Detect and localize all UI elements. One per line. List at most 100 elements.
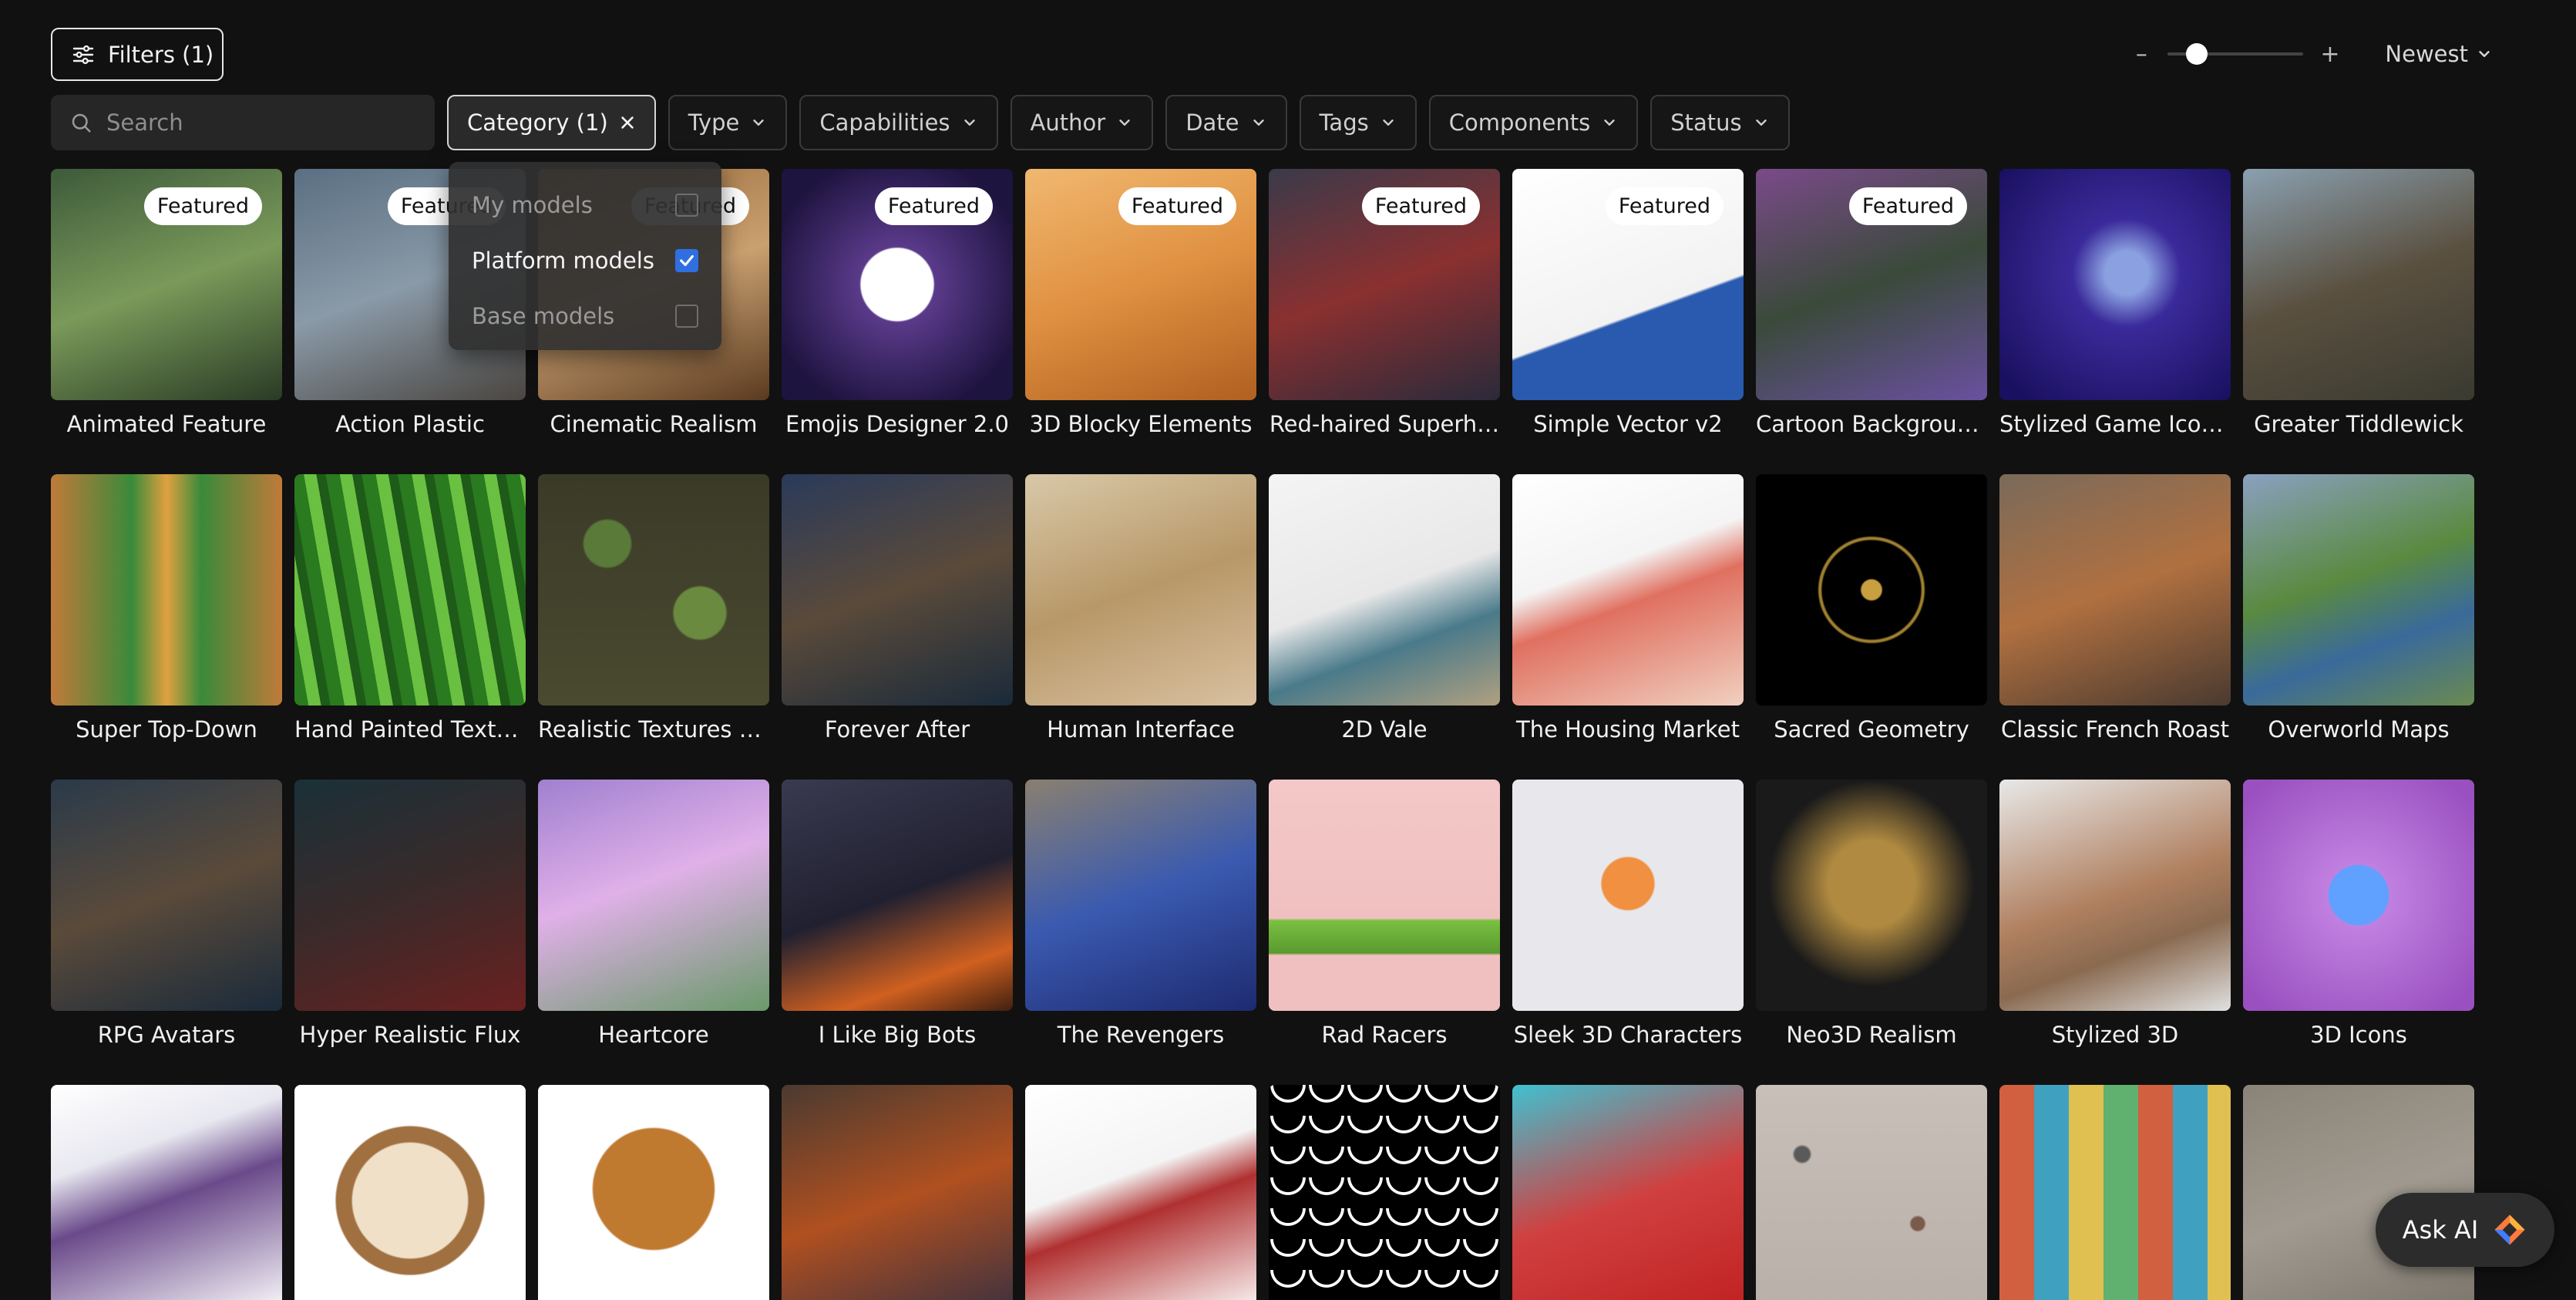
model-thumbnail — [1512, 780, 1744, 1011]
model-card[interactable] — [294, 1085, 526, 1300]
sort-select[interactable]: Newest — [2385, 41, 2493, 67]
model-thumbnail — [538, 1085, 769, 1300]
model-card[interactable]: The Revengers — [1025, 780, 1256, 1048]
search-box[interactable] — [51, 95, 435, 150]
model-card[interactable]: Greater Tiddlewick — [2243, 169, 2474, 437]
model-name: Super Top-Down — [76, 716, 257, 743]
model-name: Hyper Realistic Flux — [299, 1022, 521, 1048]
checkbox[interactable] — [675, 249, 698, 272]
author-filter-chip[interactable]: Author — [1010, 95, 1154, 150]
model-thumbnail — [782, 474, 1013, 706]
model-thumbnail — [1269, 474, 1500, 706]
model-thumbnail — [1025, 780, 1256, 1011]
type-filter-chip[interactable]: Type — [668, 95, 788, 150]
model-card[interactable]: RPG Avatars — [51, 780, 282, 1048]
model-card[interactable]: Featured Red-haired Superh… — [1269, 169, 1500, 437]
category-option[interactable]: Platform models — [449, 233, 721, 288]
featured-badge: Featured — [1118, 187, 1236, 225]
chevron-down-icon — [1253, 120, 1264, 126]
model-card[interactable]: 2D Vale — [1269, 474, 1500, 743]
category-option[interactable]: Base models — [449, 288, 721, 344]
model-thumbnail — [1025, 474, 1256, 706]
model-card[interactable]: Featured Cartoon Backgroun… — [1756, 169, 1987, 437]
model-card[interactable]: Overworld Maps — [2243, 474, 2474, 743]
model-name: Simple Vector v2 — [1533, 411, 1723, 437]
model-card[interactable]: Sacred Geometry — [1756, 474, 1987, 743]
model-card[interactable] — [1512, 1085, 1744, 1300]
model-thumbnail — [1269, 780, 1500, 1011]
model-card[interactable]: Human Interface — [1025, 474, 1256, 743]
model-thumbnail — [2243, 169, 2474, 400]
ask-ai-button[interactable]: Ask AI — [2376, 1193, 2554, 1267]
status-filter-chip[interactable]: Status — [1650, 95, 1790, 150]
category-option-label: Platform models — [472, 248, 654, 274]
chevron-down-icon — [753, 120, 765, 126]
model-card[interactable] — [1756, 1085, 1987, 1300]
zoom-slider-thumb[interactable] — [2186, 43, 2208, 65]
featured-badge: Featured — [1848, 187, 1967, 225]
model-card[interactable]: Stylized Game Icon… — [1999, 169, 2231, 437]
category-option-label: Base models — [472, 303, 615, 329]
model-card[interactable]: Hand Painted Textu… — [294, 474, 526, 743]
model-thumbnail — [782, 780, 1013, 1011]
model-thumbnail — [1756, 474, 1987, 706]
model-card[interactable]: Neo3D Realism — [1756, 780, 1987, 1048]
close-icon[interactable] — [619, 114, 636, 131]
filter-bar: Category (1) Type Capabilities Author Da… — [51, 95, 1790, 150]
checkbox[interactable] — [675, 305, 698, 328]
category-option-label: My models — [472, 192, 593, 218]
model-card[interactable]: The Housing Market — [1512, 474, 1744, 743]
model-card[interactable]: Super Top-Down — [51, 474, 282, 743]
model-thumbnail — [51, 1085, 282, 1300]
model-card[interactable]: Featured Animated Feature — [51, 169, 282, 437]
model-thumbnail — [538, 474, 769, 706]
model-card[interactable] — [1025, 1085, 1256, 1300]
model-name: Rad Racers — [1321, 1022, 1448, 1048]
model-grid: Featured Animated Feature Featured Action P… — [51, 169, 2474, 1300]
search-input[interactable] — [106, 109, 415, 136]
model-card[interactable]: 3D Icons — [2243, 780, 2474, 1048]
zoom-in-button[interactable]: + — [2320, 41, 2339, 68]
model-card[interactable]: I Like Big Bots — [782, 780, 1013, 1048]
model-thumbnail — [294, 780, 526, 1011]
capabilities-filter-label: Capabilities — [819, 109, 950, 136]
model-name: Stylized Game Icon… — [1999, 411, 2231, 437]
date-filter-chip[interactable]: Date — [1165, 95, 1287, 150]
model-card[interactable]: Featured 3D Blocky Elements — [1025, 169, 1256, 437]
featured-badge: Featured — [1361, 187, 1480, 225]
components-filter-label: Components — [1448, 109, 1591, 136]
zoom-slider[interactable] — [2167, 43, 2304, 65]
zoom-out-button[interactable]: – — [2132, 41, 2151, 68]
model-thumbnail — [51, 474, 282, 706]
model-thumbnail — [1025, 1085, 1256, 1300]
model-card[interactable]: Classic French Roast — [1999, 474, 2231, 743]
chevron-down-icon — [2479, 51, 2490, 57]
model-card[interactable] — [1999, 1085, 2231, 1300]
model-card[interactable] — [51, 1085, 282, 1300]
featured-badge: Featured — [1605, 187, 1723, 225]
model-card[interactable]: Hyper Realistic Flux — [294, 780, 526, 1048]
model-name: I Like Big Bots — [818, 1022, 977, 1048]
model-card[interactable]: Forever After — [782, 474, 1013, 743]
model-card[interactable]: Featured Emojis Designer 2.0 — [782, 169, 1013, 437]
date-filter-label: Date — [1185, 109, 1239, 136]
capabilities-filter-chip[interactable]: Capabilities — [799, 95, 998, 150]
model-card[interactable] — [538, 1085, 769, 1300]
filters-button[interactable]: Filters (1) — [51, 28, 224, 81]
chevron-down-icon — [1383, 120, 1394, 126]
model-card[interactable] — [782, 1085, 1013, 1300]
components-filter-chip[interactable]: Components — [1428, 95, 1639, 150]
model-card[interactable]: Heartcore — [538, 780, 769, 1048]
sliders-icon — [72, 45, 94, 64]
category-option[interactable]: My models — [449, 177, 721, 233]
model-card[interactable]: Rad Racers — [1269, 780, 1500, 1048]
model-card[interactable]: Realistic Textures 3.0 — [538, 474, 769, 743]
model-card[interactable]: Sleek 3D Characters — [1512, 780, 1744, 1048]
checkbox[interactable] — [675, 194, 698, 217]
model-card[interactable] — [1269, 1085, 1500, 1300]
tags-filter-chip[interactable]: Tags — [1299, 95, 1417, 150]
model-name: 3D Icons — [2310, 1022, 2407, 1048]
model-card[interactable]: Featured Simple Vector v2 — [1512, 169, 1744, 437]
category-filter-chip[interactable]: Category (1) — [447, 95, 656, 150]
model-card[interactable]: Stylized 3D — [1999, 780, 2231, 1048]
